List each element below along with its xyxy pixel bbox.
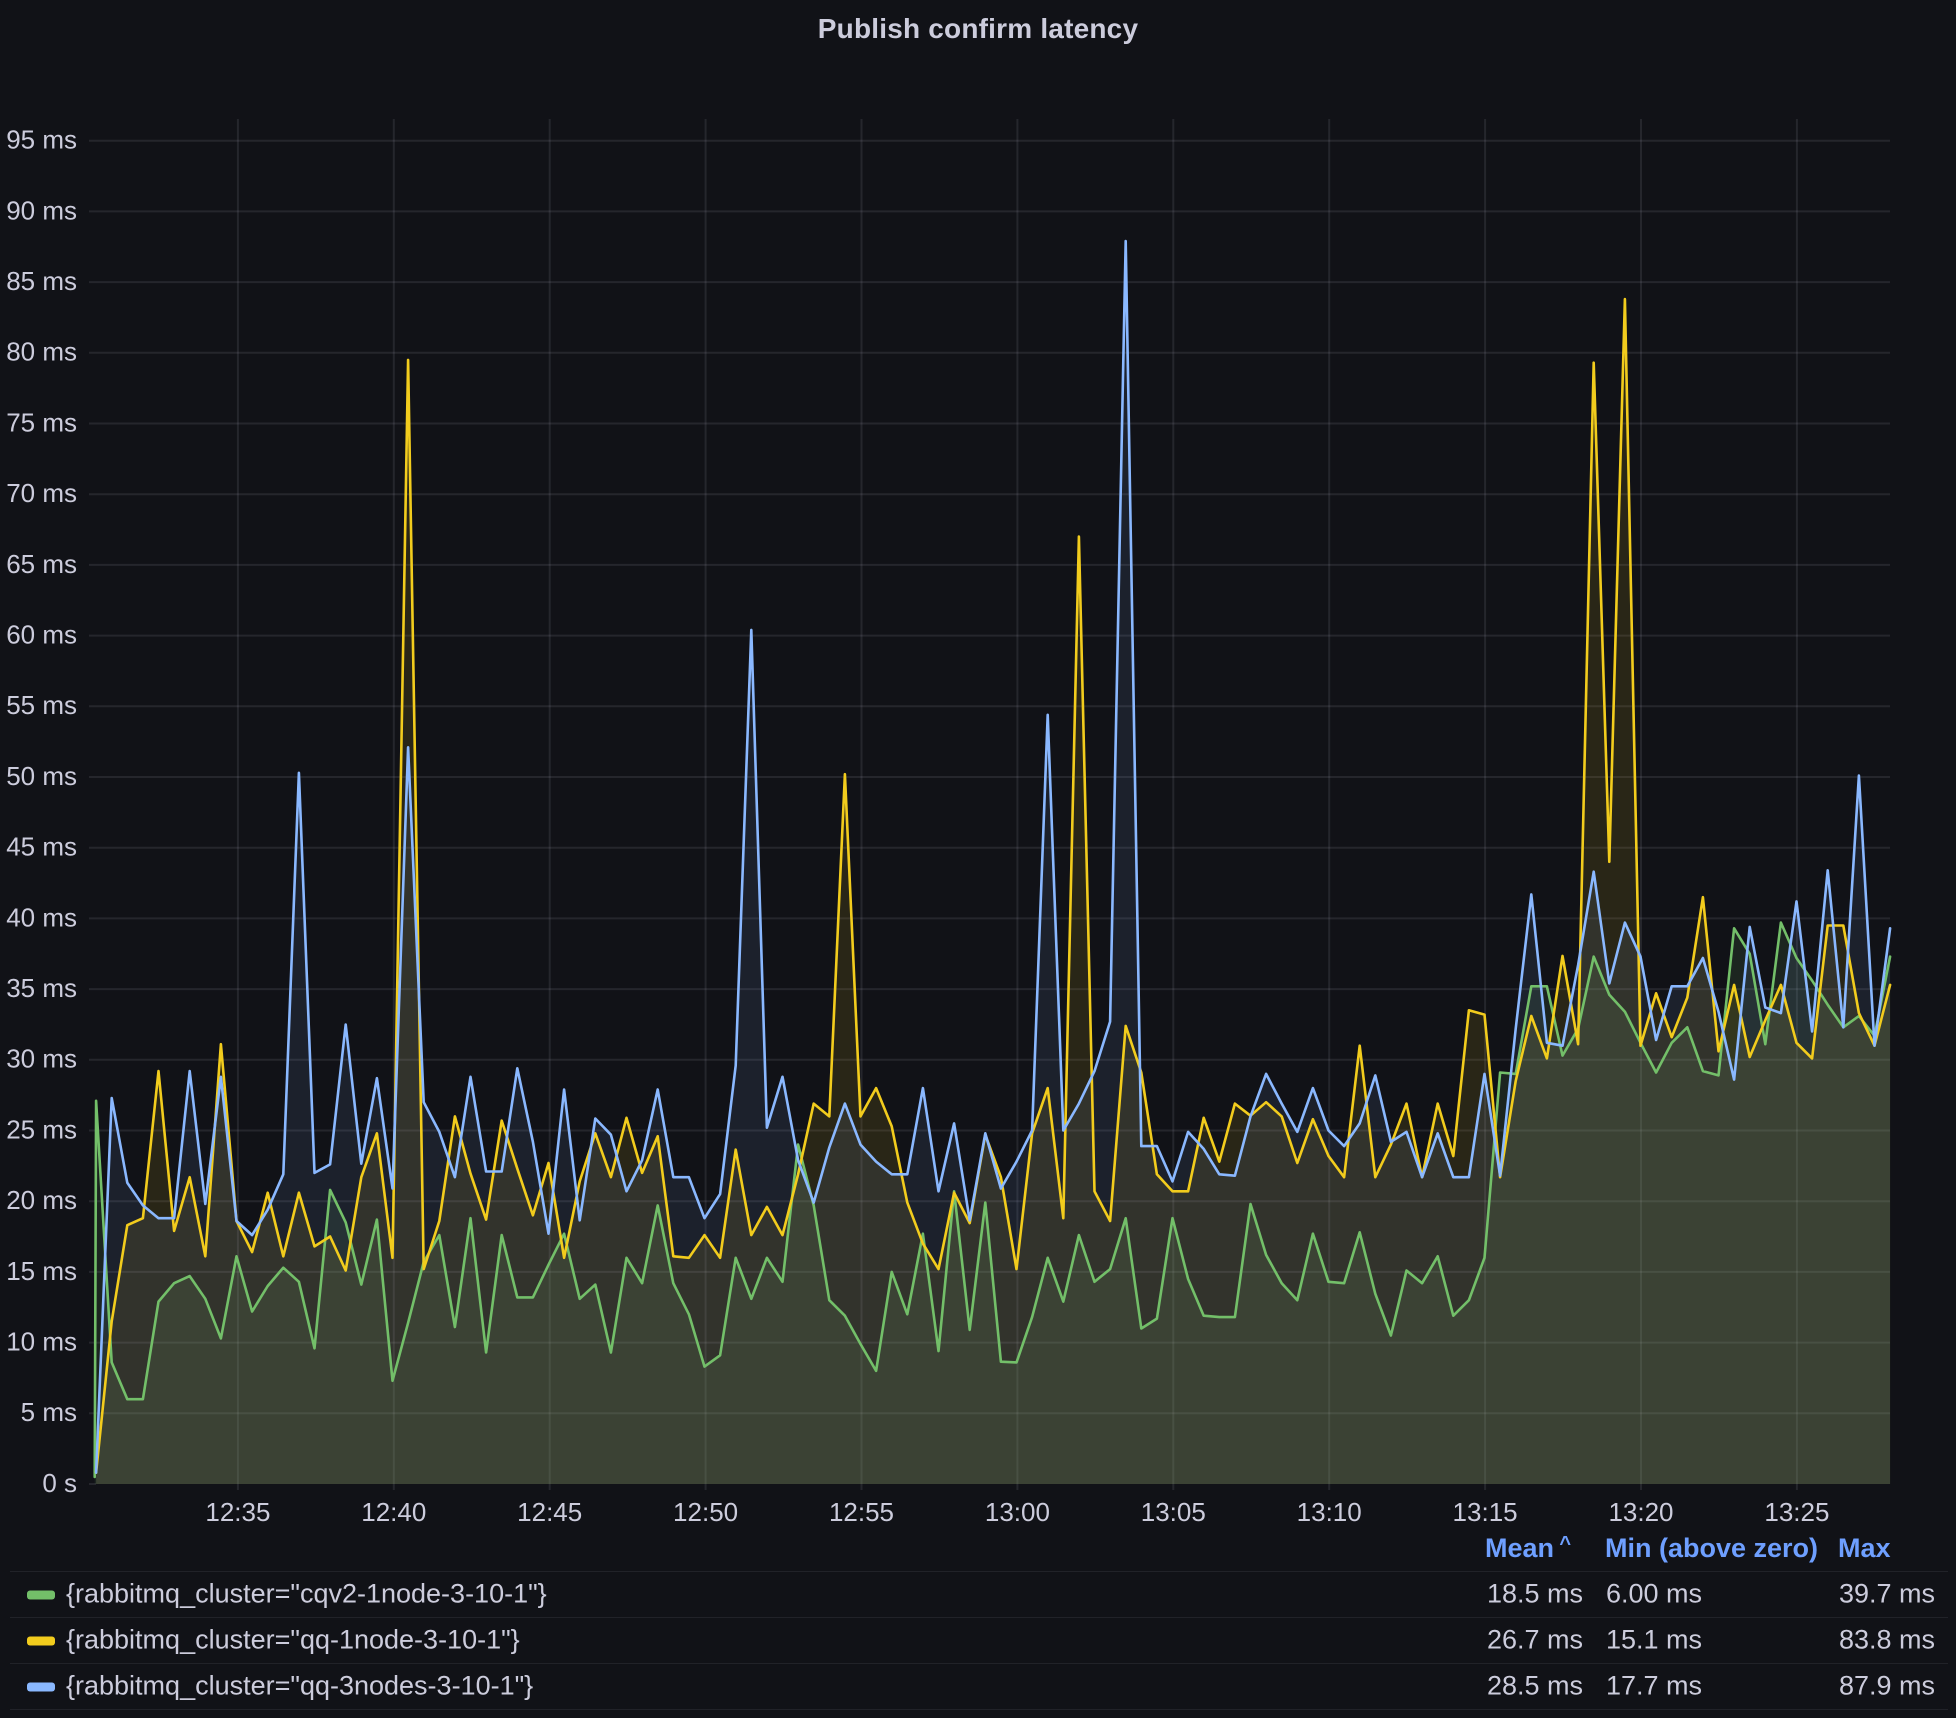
svg-text:65 ms: 65 ms bbox=[6, 549, 77, 579]
svg-text:70 ms: 70 ms bbox=[6, 478, 77, 508]
svg-text:20 ms: 20 ms bbox=[6, 1185, 77, 1215]
svg-text:60 ms: 60 ms bbox=[6, 619, 77, 649]
svg-text:13:15: 13:15 bbox=[1453, 1497, 1518, 1527]
svg-text:50 ms: 50 ms bbox=[6, 761, 77, 791]
svg-text:12:45: 12:45 bbox=[517, 1497, 582, 1527]
svg-text:10 ms: 10 ms bbox=[6, 1326, 77, 1356]
svg-text:90 ms: 90 ms bbox=[6, 195, 77, 225]
svg-text:80 ms: 80 ms bbox=[6, 337, 77, 367]
svg-text:75 ms: 75 ms bbox=[6, 407, 77, 437]
svg-text:5 ms: 5 ms bbox=[21, 1397, 77, 1427]
svg-text:13:25: 13:25 bbox=[1764, 1497, 1829, 1527]
svg-text:13:10: 13:10 bbox=[1297, 1497, 1362, 1527]
svg-text:15 ms: 15 ms bbox=[6, 1256, 77, 1286]
svg-text:12:40: 12:40 bbox=[361, 1497, 426, 1527]
svg-text:0 s: 0 s bbox=[42, 1468, 77, 1498]
svg-text:12:35: 12:35 bbox=[205, 1497, 270, 1527]
svg-text:25 ms: 25 ms bbox=[6, 1114, 77, 1144]
svg-text:12:55: 12:55 bbox=[829, 1497, 894, 1527]
svg-text:55 ms: 55 ms bbox=[6, 690, 77, 720]
svg-text:13:05: 13:05 bbox=[1141, 1497, 1206, 1527]
svg-text:30 ms: 30 ms bbox=[6, 1044, 77, 1074]
svg-text:40 ms: 40 ms bbox=[6, 902, 77, 932]
svg-text:35 ms: 35 ms bbox=[6, 973, 77, 1003]
svg-text:95 ms: 95 ms bbox=[6, 125, 77, 155]
svg-text:13:00: 13:00 bbox=[985, 1497, 1050, 1527]
svg-text:45 ms: 45 ms bbox=[6, 832, 77, 862]
svg-text:12:50: 12:50 bbox=[673, 1497, 738, 1527]
svg-text:13:20: 13:20 bbox=[1608, 1497, 1673, 1527]
svg-text:85 ms: 85 ms bbox=[6, 266, 77, 296]
